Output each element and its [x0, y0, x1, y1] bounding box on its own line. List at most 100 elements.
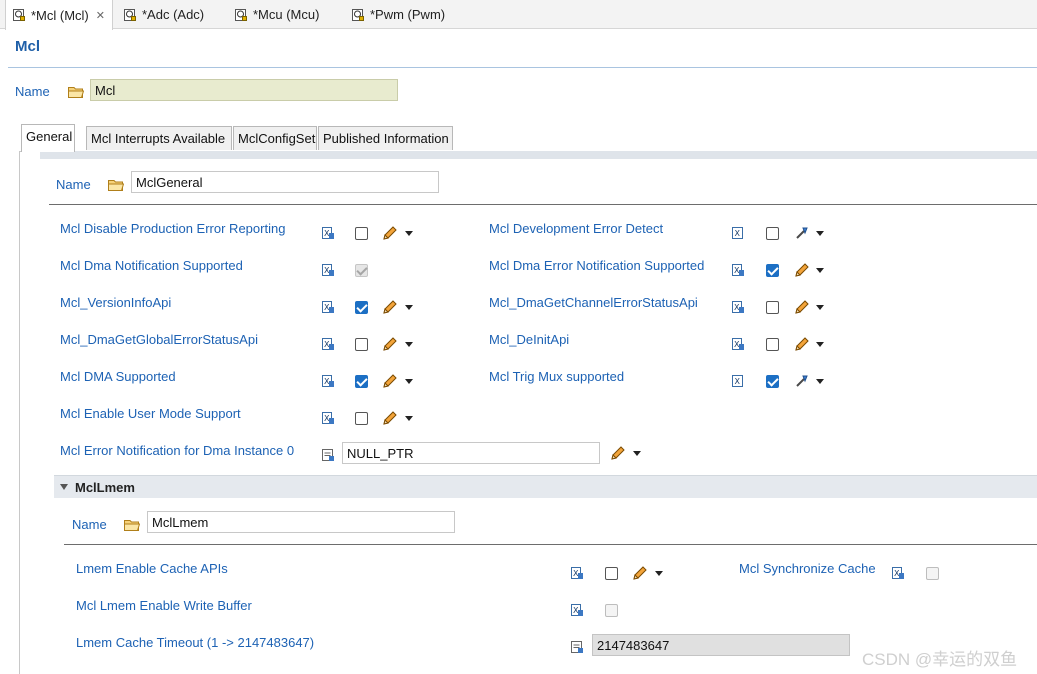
editor-tab-label: *Adc (Adc)	[142, 7, 205, 22]
pencil-icon[interactable]	[794, 299, 810, 315]
pencil-icon[interactable]	[610, 445, 626, 461]
general-name-label: Name	[56, 177, 91, 192]
param-dmagetchannelerrorstatusapi: Mcl_DmaGetChannelErrorStatusApi	[489, 295, 698, 310]
chevron-down-icon[interactable]	[405, 342, 413, 347]
folder-icon[interactable]	[108, 179, 124, 191]
param-info-icon[interactable]	[731, 337, 745, 351]
param-info-icon[interactable]	[731, 300, 745, 314]
module-icon	[123, 8, 137, 22]
pencil-icon[interactable]	[794, 336, 810, 352]
folder-icon[interactable]	[124, 519, 140, 531]
editor-tab-mcl[interactable]: *Mcl (Mcl) ✕	[5, 0, 113, 30]
param-info-icon[interactable]	[321, 411, 335, 425]
editor-tab-strip: *Mcl (Mcl) ✕ *Adc (Adc) *Mcu (Mcu) *Pwm …	[0, 0, 1037, 30]
param-synchronize-cache: Mcl Synchronize Cache	[739, 561, 876, 576]
param-info-icon[interactable]	[321, 337, 335, 351]
collapse-triangle-icon[interactable]	[60, 484, 68, 490]
text-param-icon[interactable]	[570, 640, 584, 654]
name-label: Name	[15, 84, 50, 99]
param-info-icon[interactable]	[321, 263, 335, 277]
chevron-down-icon[interactable]	[816, 305, 824, 310]
chevron-down-icon[interactable]	[405, 231, 413, 236]
param-info-icon[interactable]	[731, 226, 745, 240]
watermark: CSDN @幸运的双鱼	[862, 650, 1018, 669]
tab-mclconfigset[interactable]: MclConfigSet	[233, 126, 317, 150]
checkbox-dma-notification-supported	[355, 264, 368, 277]
close-icon[interactable]: ✕	[96, 9, 105, 22]
param-trig-mux-supported: Mcl Trig Mux supported	[489, 369, 625, 384]
mcllmem-group-header[interactable]: MclLmem	[54, 475, 1037, 498]
chevron-down-icon[interactable]	[655, 571, 663, 576]
param-versioninfoapi: Mcl_VersionInfoApi	[60, 295, 172, 310]
pencil-icon[interactable]	[382, 336, 398, 352]
chevron-down-icon[interactable]	[816, 231, 824, 236]
general-name-input[interactable]: MclGeneral	[131, 171, 439, 193]
param-enable-user-mode-support: Mcl Enable User Mode Support	[60, 406, 241, 421]
param-info-icon[interactable]	[731, 374, 745, 388]
param-info-icon[interactable]	[570, 603, 584, 617]
module-icon	[234, 8, 248, 22]
param-info-icon[interactable]	[731, 263, 745, 277]
tab-mcl-interrupts-available[interactable]: Mcl Interrupts Available	[86, 126, 232, 150]
checkbox-dmagetglobalerrorstatusapi[interactable]	[355, 338, 368, 351]
tab-general[interactable]: General	[21, 124, 75, 152]
pencil-icon[interactable]	[382, 225, 398, 241]
pencil-icon[interactable]	[382, 373, 398, 389]
section-divider	[49, 204, 1037, 205]
chevron-down-icon[interactable]	[816, 268, 824, 273]
checkbox-synchronize-cache	[926, 567, 939, 580]
chevron-down-icon[interactable]	[816, 342, 824, 347]
pencil-icon[interactable]	[382, 299, 398, 315]
editor-tab-adc[interactable]: *Adc (Adc)	[117, 0, 225, 29]
name-input[interactable]: Mcl	[90, 79, 398, 101]
checkbox-dma-supported[interactable]	[355, 375, 368, 388]
checkbox-disable-production-error-reporting[interactable]	[355, 227, 368, 240]
editor-tab-label: *Mcu (Mcu)	[253, 7, 320, 22]
chevron-down-icon[interactable]	[633, 451, 641, 456]
pencil-icon[interactable]	[632, 565, 648, 581]
panel-header-strip	[40, 151, 1037, 159]
checkbox-dmagetchannelerrorstatusapi[interactable]	[766, 301, 779, 314]
editor-tab-label: *Mcl (Mcl)	[31, 7, 89, 23]
param-dma-supported: Mcl DMA Supported	[60, 369, 176, 384]
param-info-icon[interactable]	[321, 374, 335, 388]
folder-icon[interactable]	[68, 86, 84, 98]
title-divider	[8, 67, 1037, 68]
tab-published-information[interactable]: Published Information	[318, 126, 453, 150]
chevron-down-icon[interactable]	[405, 379, 413, 384]
page-title: Mcl	[15, 38, 41, 55]
checkbox-lmem-enable-cache-apis[interactable]	[605, 567, 618, 580]
param-development-error-detect: Mcl Development Error Detect	[489, 221, 664, 236]
editor-tab-mcu[interactable]: *Mcu (Mcu)	[228, 0, 336, 29]
param-lmem-enable-write-buffer: Mcl Lmem Enable Write Buffer	[76, 598, 252, 613]
text-param-icon[interactable]	[321, 448, 335, 462]
param-lmem-cache-timeout: Lmem Cache Timeout (1 -> 2147483647)	[76, 635, 315, 650]
param-info-icon[interactable]	[321, 300, 335, 314]
lmem-name-label: Name	[72, 517, 107, 532]
pencil-icon[interactable]	[794, 262, 810, 278]
mcllmem-group-title: MclLmem	[75, 480, 135, 495]
config-tab-bar: General Mcl Interrupts Available MclConf…	[19, 124, 1037, 152]
checkbox-enable-user-mode-support[interactable]	[355, 412, 368, 425]
chevron-down-icon[interactable]	[405, 305, 413, 310]
param-info-icon[interactable]	[321, 226, 335, 240]
lmem-name-input[interactable]: MclLmem	[147, 511, 455, 533]
checkbox-dma-error-notification-supported[interactable]	[766, 264, 779, 277]
checkbox-versioninfoapi[interactable]	[355, 301, 368, 314]
wand-icon[interactable]	[794, 373, 810, 389]
pencil-icon[interactable]	[382, 410, 398, 426]
checkbox-deinitapi[interactable]	[766, 338, 779, 351]
wand-icon[interactable]	[794, 225, 810, 241]
lmem-cache-timeout-input: 2147483647	[592, 634, 850, 656]
chevron-down-icon[interactable]	[405, 416, 413, 421]
editor-tab-pwm[interactable]: *Pwm (Pwm)	[345, 0, 455, 29]
editor-tab-label: *Pwm (Pwm)	[370, 7, 446, 22]
checkbox-development-error-detect[interactable]	[766, 227, 779, 240]
param-lmem-enable-cache-apis: Lmem Enable Cache APIs	[76, 561, 228, 576]
error-notification-input[interactable]: NULL_PTR	[342, 442, 600, 464]
param-info-icon[interactable]	[891, 566, 905, 580]
checkbox-trig-mux-supported[interactable]	[766, 375, 779, 388]
param-info-icon[interactable]	[570, 566, 584, 580]
chevron-down-icon[interactable]	[816, 379, 824, 384]
section-divider	[64, 544, 1037, 545]
